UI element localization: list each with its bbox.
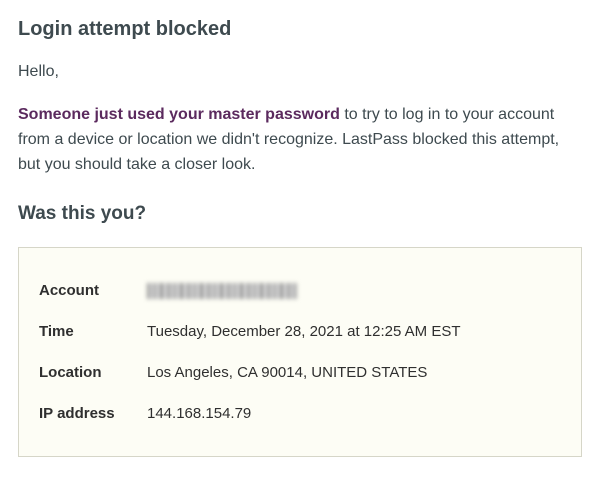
time-label: Time xyxy=(39,323,147,340)
detail-row-time: Time Tuesday, December 28, 2021 at 12:25… xyxy=(39,311,561,352)
account-value xyxy=(147,282,297,299)
location-value: Los Angeles, CA 90014, UNITED STATES xyxy=(147,364,427,381)
warning-paragraph: Someone just used your master password t… xyxy=(18,103,582,177)
location-label: Location xyxy=(39,364,147,381)
account-label: Account xyxy=(39,282,147,299)
page-title: Login attempt blocked xyxy=(18,18,582,41)
greeting-text: Hello, xyxy=(18,63,582,81)
detail-row-account: Account xyxy=(39,270,561,311)
details-box: Account Time Tuesday, December 28, 2021 … xyxy=(18,247,582,457)
was-this-you-heading: Was this you? xyxy=(18,203,582,225)
warning-bold-text: Someone just used your master password xyxy=(18,106,340,123)
detail-row-ip: IP address 144.168.154.79 xyxy=(39,393,561,434)
redacted-account xyxy=(147,283,297,299)
time-value: Tuesday, December 28, 2021 at 12:25 AM E… xyxy=(147,323,461,340)
detail-row-location: Location Los Angeles, CA 90014, UNITED S… xyxy=(39,352,561,393)
ip-value: 144.168.154.79 xyxy=(147,405,251,422)
ip-label: IP address xyxy=(39,405,147,422)
